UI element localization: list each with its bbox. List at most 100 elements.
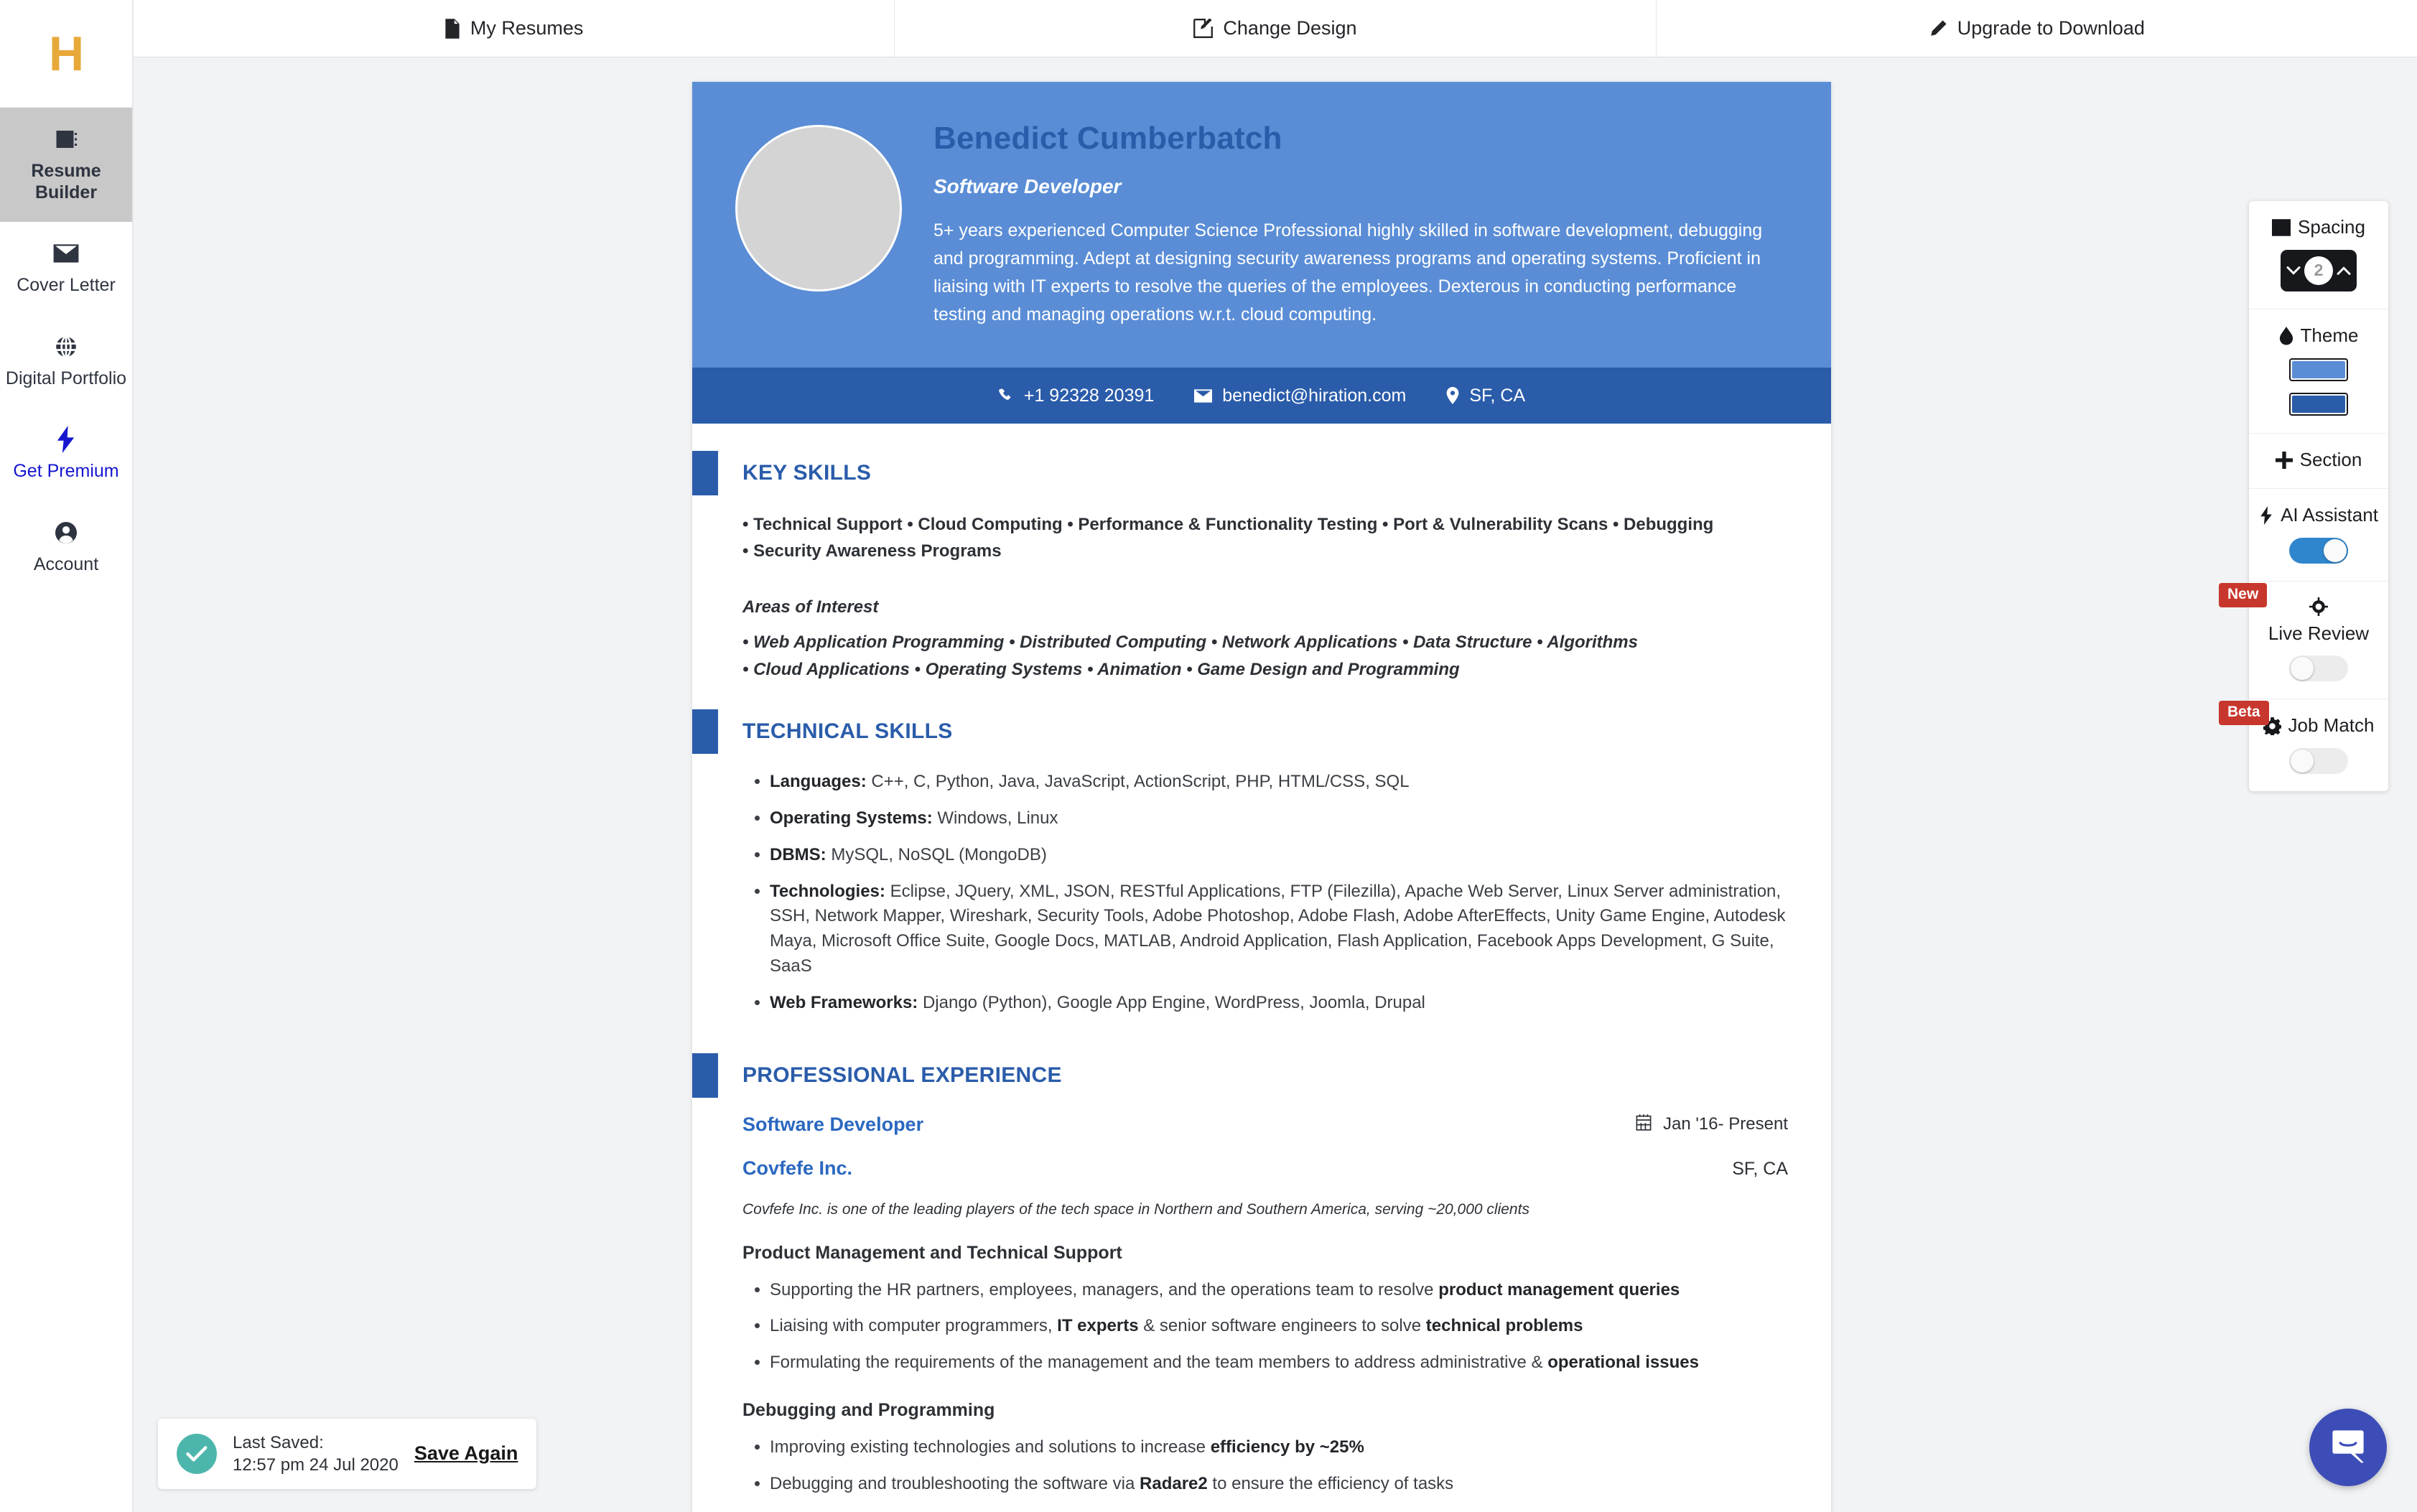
bullet-emphasis: IT experts (1057, 1316, 1139, 1336)
save-again-button[interactable]: Save Again (414, 1442, 518, 1465)
bullet-text: Supporting the HR partners, employees, m… (770, 1279, 1439, 1299)
spacing-label: Spacing (2298, 216, 2365, 238)
live-review-toggle[interactable] (2289, 655, 2348, 682)
tool-ai-assistant: AI Assistant (2249, 489, 2388, 582)
theme-swatch-light[interactable] (2289, 358, 2348, 381)
experience-job-title: Software Developer (742, 1113, 924, 1135)
bullet-text: to ensure the efficiency of tasks (1207, 1473, 1454, 1493)
tab-upgrade-to-download[interactable]: Upgrade to Download (1657, 0, 2417, 57)
bullet-text: Liaising with computer programmers, (770, 1316, 1058, 1336)
bullet-text: & senior software engineers to solve (1138, 1316, 1426, 1336)
tab-label: Change Design (1223, 17, 1357, 39)
sidebar-item-resume-builder[interactable]: Resume Builder (0, 108, 132, 222)
job-match-toggle[interactable] (2289, 748, 2348, 775)
spacing-stepper[interactable]: 2 (2281, 249, 2357, 291)
bullet-text: Formulating the requirements of the mana… (770, 1353, 1548, 1373)
list-item-value: MySQL, NoSQL (MongoDB) (826, 844, 1047, 864)
status-badge: Beta (2219, 701, 2269, 726)
section-label: Section (2299, 448, 2362, 470)
section-key-skills[interactable]: KEY SKILLS • Technical Support • Cloud C… (692, 431, 1831, 689)
experience-location: SF, CA (1732, 1158, 1788, 1179)
bolt-icon (2259, 505, 2273, 525)
save-status-text: Last Saved: 12:57 pm 24 Jul 2020 (233, 1432, 399, 1476)
spacing-label-row: Spacing (2272, 216, 2365, 238)
contact-location-text: SF, CA (1469, 385, 1526, 406)
avatar[interactable] (735, 125, 902, 291)
top-navigation: My Resumes Change Design Upgrade to Down… (134, 0, 2417, 57)
section-professional-experience[interactable]: PROFESSIONAL EXPERIENCE Software Develop… (692, 1033, 1831, 1512)
list-item-label: Technologies: (770, 881, 885, 901)
live-review-label-row: Live Review (2256, 597, 2381, 645)
sidebar-item-get-premium[interactable]: Get Premium (0, 408, 132, 501)
spacing-value: 2 (2304, 256, 2333, 285)
bullet-text: Improving existing technologies and solu… (770, 1437, 1211, 1457)
ai-assistant-label-row: AI Assistant (2259, 503, 2378, 526)
list-item-value: Windows, Linux (932, 808, 1058, 828)
chevron-up-icon[interactable] (2337, 266, 2351, 276)
tab-change-design[interactable]: Change Design (895, 0, 1657, 57)
sidebar-item-cover-letter[interactable]: Cover Letter (0, 222, 132, 315)
list-item: Languages: C++, C, Python, Java, JavaScr… (770, 770, 1788, 795)
left-sidebar: H Resume Builder Cover Letter Digital Po… (0, 0, 134, 1512)
experience-bullet-list: Supporting the HR partners, employees, m… (742, 1278, 1788, 1376)
experience-title-row: Software Developer Jan '16- Present (742, 1114, 1788, 1136)
resume-role: Software Developer (933, 175, 1122, 197)
check-circle-icon (177, 1433, 217, 1474)
experience-company-row: Covfefe Inc. SF, CA (742, 1157, 1788, 1180)
chat-launcher-button[interactable] (2309, 1409, 2387, 1486)
save-label: Last Saved: (233, 1432, 324, 1452)
ai-assistant-label: AI Assistant (2281, 503, 2378, 526)
app-logo[interactable]: H (0, 0, 132, 108)
section-heading: KEY SKILLS (742, 461, 872, 485)
areas-of-interest-heading: Areas of Interest (742, 597, 879, 617)
list-item: Web Frameworks: Django (Python), Google … (770, 991, 1788, 1016)
section-label-row: Section (2275, 448, 2362, 471)
last-saved-widget: Last Saved: 12:57 pm 24 Jul 2020 Save Ag… (158, 1418, 537, 1489)
key-skills-line: • Technical Support • Cloud Computing • … (742, 515, 1714, 534)
bullet-emphasis: technical problems (1425, 1316, 1583, 1336)
sidebar-item-label: Resume Builder (31, 161, 101, 202)
section-heading: TECHNICAL SKILLS (742, 719, 953, 744)
experience-company: Covfefe Inc. (742, 1157, 853, 1179)
bullet-text: Debugging and troubleshooting the softwa… (770, 1473, 1140, 1493)
list-item-value: Django (Python), Google App Engine, Word… (918, 992, 1425, 1012)
experience-bullet-list: Improving existing technologies and solu… (742, 1435, 1788, 1512)
list-item: Formulating the requirements of the mana… (770, 1350, 1788, 1376)
bullet-emphasis: Radare2 (1140, 1473, 1208, 1493)
section-technical-skills[interactable]: TECHNICAL SKILLS Languages: C++, C, Pyth… (692, 689, 1831, 1032)
bullet-emphasis: product management queries (1438, 1279, 1680, 1299)
ai-assistant-toggle[interactable] (2289, 537, 2348, 564)
tab-my-resumes[interactable]: My Resumes (134, 0, 895, 57)
resume-body: KEY SKILLS • Technical Support • Cloud C… (692, 424, 1831, 1512)
technical-skills-list: Languages: C++, C, Python, Java, JavaScr… (742, 770, 1788, 1015)
sidebar-item-digital-portfolio[interactable]: Digital Portfolio (0, 315, 132, 409)
list-item: Deploying various programming languages … (770, 1508, 1788, 1512)
theme-label-row: Theme (2279, 325, 2358, 347)
resume-page[interactable]: Benedict Cumberbatch Software Developer … (692, 82, 1831, 1512)
list-box-icon (2272, 218, 2291, 237)
list-item: Liaising with computer programmers, IT e… (770, 1314, 1788, 1339)
key-skills-line: • Security Awareness Programs (742, 541, 1002, 561)
list-item: Supporting the HR partners, employees, m… (770, 1278, 1788, 1303)
chevron-down-icon[interactable] (2286, 266, 2301, 276)
live-review-label: Live Review (2268, 622, 2370, 644)
tool-theme: Theme (2249, 309, 2388, 434)
sidebar-item-account[interactable]: Account (0, 501, 132, 594)
app-root: H Resume Builder Cover Letter Digital Po… (0, 0, 2417, 1512)
theme-swatch-dark[interactable] (2289, 392, 2348, 416)
logo-letter: H (48, 26, 84, 81)
experience-dates-text: Jan '16- Present (1662, 1114, 1788, 1134)
list-item-label: Web Frameworks: (770, 992, 918, 1012)
sidebar-item-label: Cover Letter (17, 275, 116, 295)
tool-spacing: Spacing 2 (2249, 201, 2388, 309)
experience-groups: Product Management and Technical Support… (742, 1243, 1788, 1512)
resume-summary: 5+ years experienced Computer Science Pr… (933, 220, 1763, 325)
list-item-label: DBMS: (770, 844, 826, 864)
design-tool-panel: Spacing 2 Theme Section AI Assistant New… (2219, 201, 2388, 792)
list-item: DBMS: MySQL, NoSQL (MongoDB) (770, 843, 1788, 868)
tool-add-section[interactable]: Section (2249, 434, 2388, 489)
toggle-knob (2324, 538, 2347, 562)
bullet-emphasis: efficiency by ~25% (1210, 1437, 1364, 1457)
bullet-emphasis: operational issues (1547, 1353, 1699, 1373)
areas-of-interest-line: • Cloud Applications • Operating Systems… (742, 660, 1460, 680)
